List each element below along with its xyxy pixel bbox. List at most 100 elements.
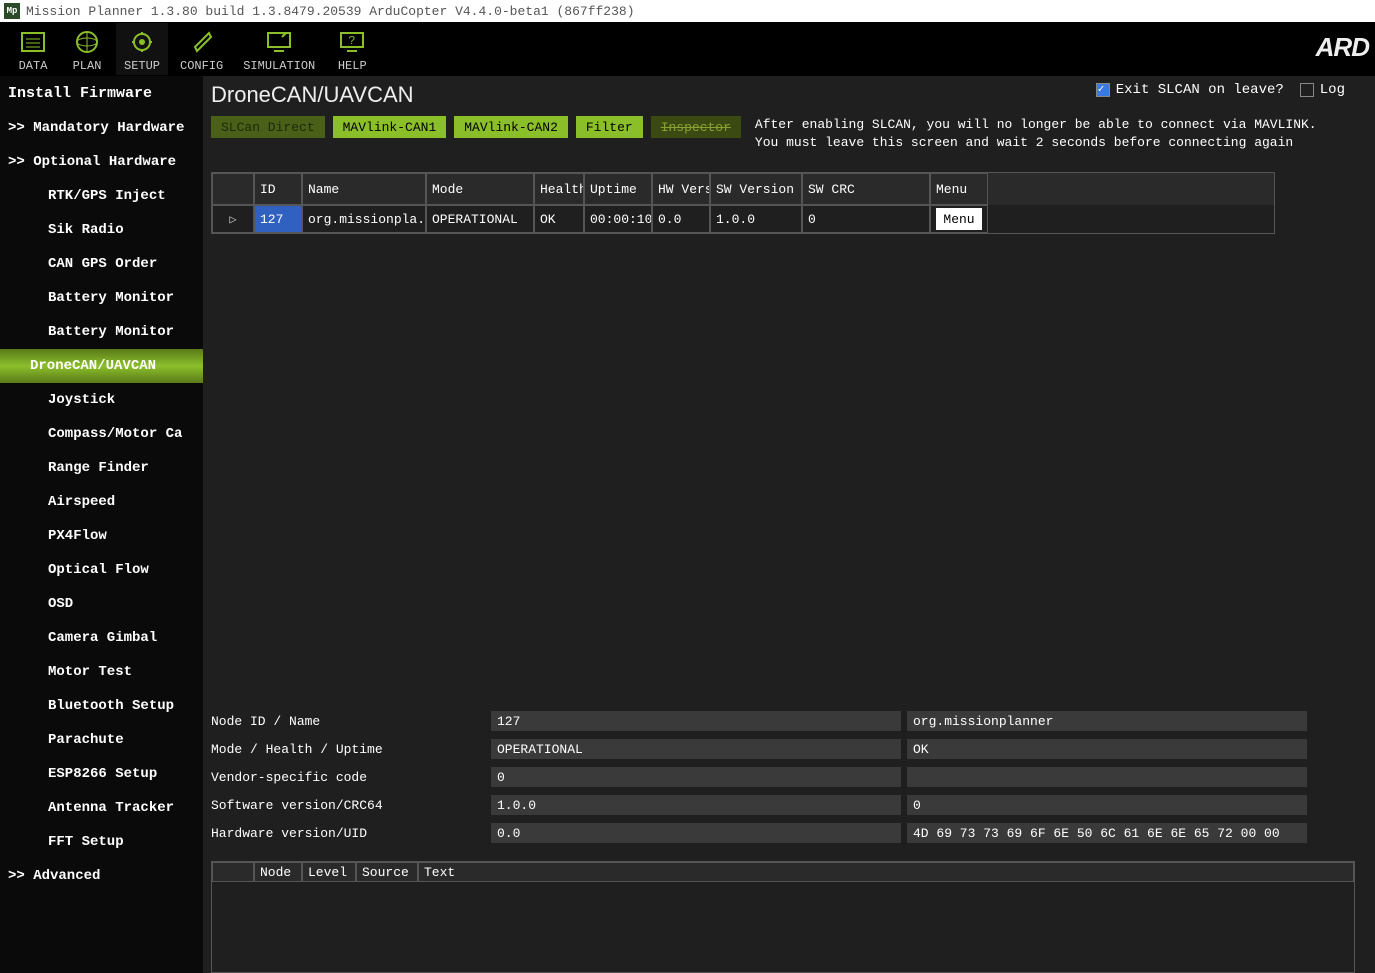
nav-config[interactable]: CONFIG (172, 23, 231, 75)
col-mode-header[interactable]: Mode (426, 173, 534, 205)
log-label: Log (1320, 82, 1345, 98)
sidebar-antenna-tracker[interactable]: Antenna Tracker (0, 791, 203, 825)
log-col-arrow[interactable] (212, 862, 254, 882)
sidebar-can-gps-order[interactable]: CAN GPS Order (0, 247, 203, 281)
sidebar-fft-setup[interactable]: FFT Setup (0, 825, 203, 859)
detail-value-mode: OPERATIONAL (491, 739, 901, 759)
svg-text:?: ? (349, 34, 356, 48)
detail-row-vendor: Vendor-specific code 0 (211, 763, 1355, 791)
sidebar-range-finder[interactable]: Range Finder (0, 451, 203, 485)
detail-value-sw: 1.0.0 (491, 795, 901, 815)
log-col-node[interactable]: Node (254, 862, 302, 882)
detail-value-vendor-2 (907, 767, 1307, 787)
nav-setup[interactable]: SETUP (116, 23, 168, 75)
sidebar-parachute[interactable]: Parachute (0, 723, 203, 757)
detail-label: Mode / Health / Uptime (211, 742, 491, 757)
top-controls: Exit SLCAN on leave? Log (1096, 82, 1345, 98)
inspector-button[interactable]: Inspector (651, 116, 741, 138)
log-checkbox-wrap[interactable]: Log (1300, 82, 1345, 98)
col-crc-header[interactable]: SW CRC (802, 173, 930, 205)
sidebar-joystick[interactable]: Joystick (0, 383, 203, 417)
sidebar-optional-hardware[interactable]: >> Optional Hardware (0, 145, 203, 179)
sidebar-optical-flow[interactable]: Optical Flow (0, 553, 203, 587)
cell-name[interactable]: org.missionpla... (302, 205, 426, 233)
cell-health[interactable]: OK (534, 205, 584, 233)
sidebar-install-firmware[interactable]: Install Firmware (0, 76, 203, 111)
gear-icon (125, 27, 159, 57)
col-sw-header[interactable]: SW Version (710, 173, 802, 205)
globe-icon (70, 27, 104, 57)
log-grid: Node Level Source Text (211, 861, 1355, 973)
exit-slcan-checkbox-wrap[interactable]: Exit SLCAN on leave? (1096, 82, 1284, 98)
slcan-direct-button[interactable]: SLCan Direct (211, 116, 325, 138)
sidebar-battery-monitor-1[interactable]: Battery Monitor (0, 281, 203, 315)
detail-value-hw: 0.0 (491, 823, 901, 843)
sidebar-airspeed[interactable]: Airspeed (0, 485, 203, 519)
app-icon: Mp (4, 3, 20, 19)
detail-label: Node ID / Name (211, 714, 491, 729)
top-nav: DATA PLAN SETUP CONFIG SIMULATION ? HELP… (0, 22, 1375, 76)
nav-simulation[interactable]: SIMULATION (235, 23, 323, 75)
grid-header: ID Name Mode Health Uptime HW Version SW… (212, 173, 1274, 205)
col-health-header[interactable]: Health (534, 173, 584, 205)
sidebar-compass-motor[interactable]: Compass/Motor Ca (0, 417, 203, 451)
cell-id[interactable]: 127 (254, 205, 302, 233)
exit-slcan-checkbox[interactable] (1096, 83, 1110, 97)
sidebar-camera-gimbal[interactable]: Camera Gimbal (0, 621, 203, 655)
sidebar-bluetooth-setup[interactable]: Bluetooth Setup (0, 689, 203, 723)
cell-mode[interactable]: OPERATIONAL (426, 205, 534, 233)
nav-label: PLAN (73, 59, 102, 73)
log-col-source[interactable]: Source (356, 862, 418, 882)
cell-crc[interactable]: 0 (802, 205, 930, 233)
sidebar-motor-test[interactable]: Motor Test (0, 655, 203, 689)
titlebar-text: Mission Planner 1.3.80 build 1.3.8479.20… (26, 4, 635, 19)
sidebar-rtk-gps-inject[interactable]: RTK/GPS Inject (0, 179, 203, 213)
detail-row-hw: Hardware version/UID 0.0 4D 69 73 73 69 … (211, 819, 1355, 847)
col-hw-header[interactable]: HW Version (652, 173, 710, 205)
row-selector[interactable]: ▷ (212, 205, 254, 233)
log-col-text[interactable]: Text (418, 862, 1354, 882)
log-checkbox[interactable] (1300, 83, 1314, 97)
sidebar-mandatory-hardware[interactable]: >> Mandatory Hardware (0, 111, 203, 145)
menu-button[interactable]: Menu (936, 208, 982, 230)
sidebar-advanced[interactable]: >> Advanced (0, 859, 203, 893)
detail-value-name: org.missionplanner (907, 711, 1307, 731)
col-uptime-header[interactable]: Uptime (584, 173, 652, 205)
col-arrow-header[interactable] (212, 173, 254, 205)
log-header: Node Level Source Text (212, 862, 1354, 882)
col-name-header[interactable]: Name (302, 173, 426, 205)
log-col-level[interactable]: Level (302, 862, 356, 882)
mavlink-can2-button[interactable]: MAVlink-CAN2 (454, 116, 568, 138)
cell-uptime[interactable]: 00:00:10 (584, 205, 652, 233)
grid-row[interactable]: ▷ 127 org.missionpla... OPERATIONAL OK 0… (212, 205, 1274, 233)
detail-row-node-id: Node ID / Name 127 org.missionplanner (211, 707, 1355, 735)
sidebar-px4flow[interactable]: PX4Flow (0, 519, 203, 553)
nav-label: SETUP (124, 59, 160, 73)
nav-label: HELP (338, 59, 367, 73)
slcan-warning-line2: You must leave this screen and wait 2 se… (755, 134, 1317, 152)
detail-row-mode: Mode / Health / Uptime OPERATIONAL OK (211, 735, 1355, 763)
cell-hw[interactable]: 0.0 (652, 205, 710, 233)
filter-button[interactable]: Filter (576, 116, 643, 138)
sidebar-dronecan-uavcan[interactable]: DroneCAN/UAVCAN (0, 349, 203, 383)
sidebar-battery-monitor-2[interactable]: Battery Monitor (0, 315, 203, 349)
mavlink-can1-button[interactable]: MAVlink-CAN1 (333, 116, 447, 138)
sidebar-esp8266-setup[interactable]: ESP8266 Setup (0, 757, 203, 791)
nodes-grid: ID Name Mode Health Uptime HW Version SW… (211, 172, 1275, 234)
logo: ARD (1316, 32, 1369, 63)
chevron-right-icon: ▷ (229, 212, 236, 227)
nav-label: SIMULATION (243, 59, 315, 73)
sidebar-osd[interactable]: OSD (0, 587, 203, 621)
detail-value-uid: 4D 69 73 73 69 6F 6E 50 6C 61 6E 6E 65 7… (907, 823, 1307, 843)
nav-plan[interactable]: PLAN (62, 23, 112, 75)
detail-value-health: OK (907, 739, 1307, 759)
col-menu-header[interactable]: Menu (930, 173, 988, 205)
nav-data[interactable]: DATA (8, 23, 58, 75)
col-id-header[interactable]: ID (254, 173, 302, 205)
log-body (212, 882, 1354, 972)
nav-help[interactable]: ? HELP (327, 23, 377, 75)
node-details: Node ID / Name 127 org.missionplanner Mo… (211, 707, 1355, 847)
sidebar-sik-radio[interactable]: Sik Radio (0, 213, 203, 247)
cell-sw[interactable]: 1.0.0 (710, 205, 802, 233)
nav-label: CONFIG (180, 59, 223, 73)
